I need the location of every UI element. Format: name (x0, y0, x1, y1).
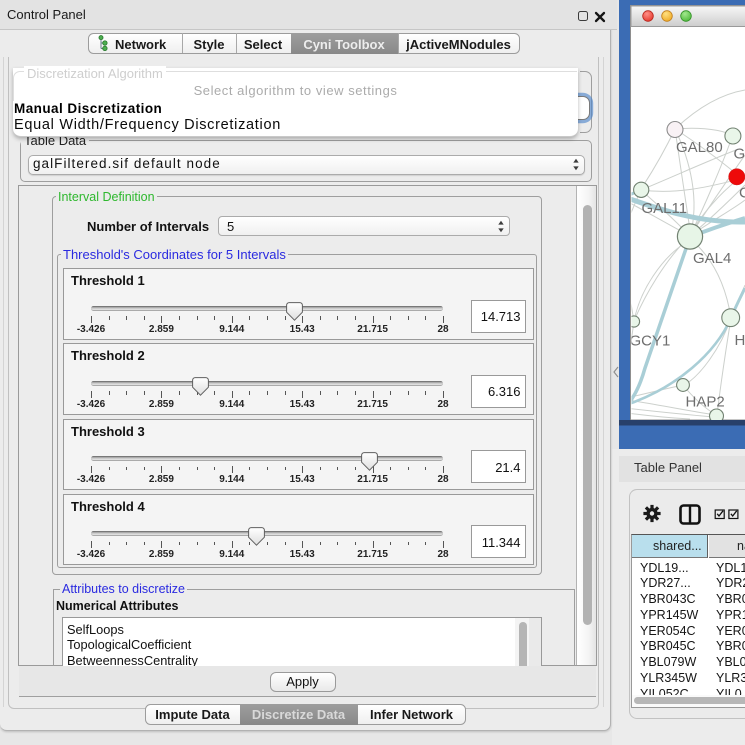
svg-text:C: C (739, 185, 745, 202)
svg-text:GAL4: GAL4 (693, 250, 731, 267)
svg-text:HAP2: HAP2 (686, 394, 725, 411)
svg-text:GAL11: GAL11 (642, 200, 688, 217)
svg-text:GA: GA (734, 146, 745, 163)
svg-text:HA: HA (735, 332, 745, 349)
svg-text:GAL80: GAL80 (676, 139, 723, 156)
svg-text:GCY1: GCY1 (630, 333, 671, 350)
